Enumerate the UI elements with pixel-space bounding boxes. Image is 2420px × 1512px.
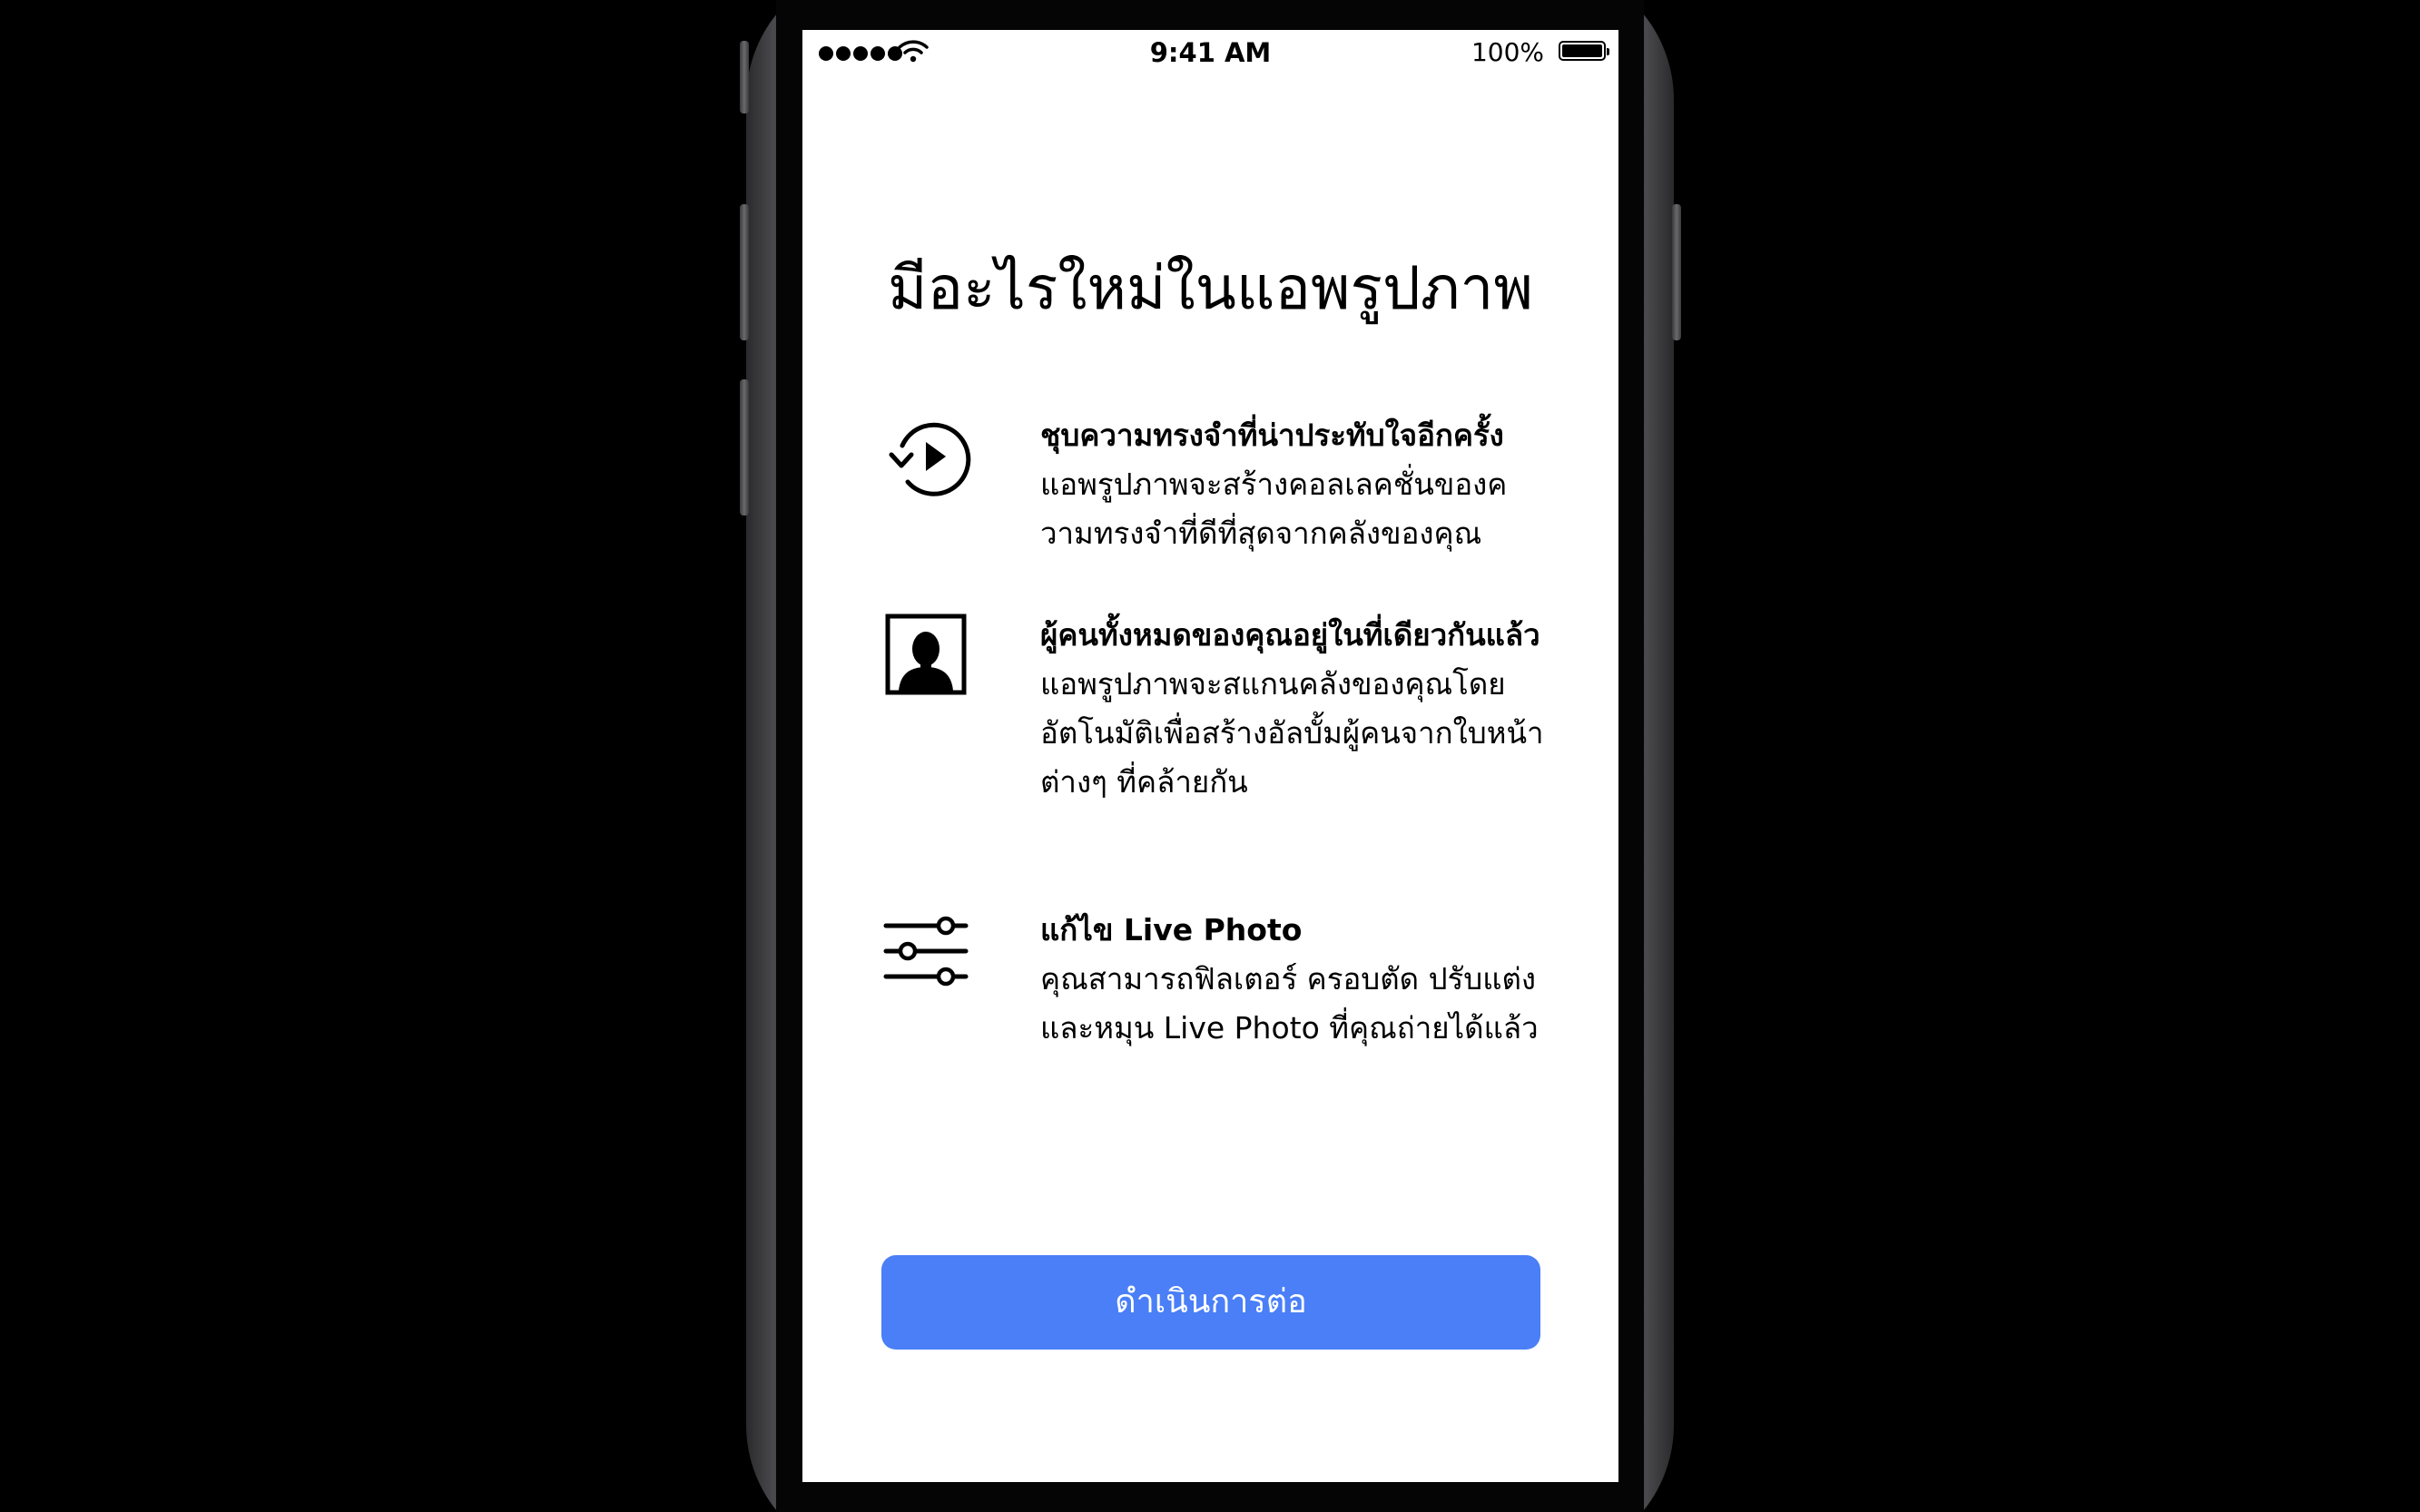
feature-heading: แก้ไข Live Photo: [1040, 912, 1303, 947]
battery-fill: [1562, 44, 1602, 57]
sliders-adjust-icon: [883, 916, 969, 987]
feature-description: แอพรูปภาพจะสร้างคอลเลคชั่นของความทรงจำที…: [1040, 466, 1508, 551]
status-bar: 9:41 AM 100%: [802, 30, 1618, 75]
volume-down-button: [740, 379, 749, 515]
feature-text: ชุบความทรงจำที่น่าประทับใจอีกครั้ง แอพรู…: [1040, 411, 1549, 558]
power-button: [1672, 204, 1681, 340]
volume-up-button: [740, 204, 749, 340]
feature-description: แอพรูปภาพจะสแกนคลังของคุณโดยอัตโนมัติเพื…: [1040, 666, 1544, 800]
feature-text: ผู้คนทั้งหมดของคุณอยู่ในที่เดียวกันแล้ว …: [1040, 611, 1549, 807]
memories-replay-icon: [889, 422, 971, 496]
battery-icon: [1559, 41, 1609, 61]
feature-text: แก้ไข Live Photo คุณสามารถฟิลเตอร์ ครอบต…: [1040, 906, 1549, 1053]
feature-heading: ผู้คนทั้งหมดของคุณอยู่ในที่เดียวกันแล้ว: [1040, 617, 1540, 653]
feature-heading: ชุบความทรงจำที่น่าประทับใจอีกครั้ง: [1040, 417, 1504, 453]
continue-button[interactable]: ดำเนินการต่อ: [881, 1255, 1540, 1350]
phone-screen: 9:41 AM 100% มีอะไรใหม่ในแอพรูปภาพ ชุบคว…: [802, 30, 1618, 1482]
battery-percentage: 100%: [1471, 37, 1544, 67]
stage: 9:41 AM 100% มีอะไรใหม่ในแอพรูปภาพ ชุบคว…: [0, 0, 2420, 1512]
page-title: มีอะไรใหม่ในแอพรูปภาพ: [888, 253, 1533, 323]
person-portrait-icon: [885, 614, 967, 695]
mute-switch: [740, 41, 749, 113]
feature-description: คุณสามารถฟิลเตอร์ ครอบตัด ปรับแต่ง และหม…: [1040, 961, 1539, 1046]
